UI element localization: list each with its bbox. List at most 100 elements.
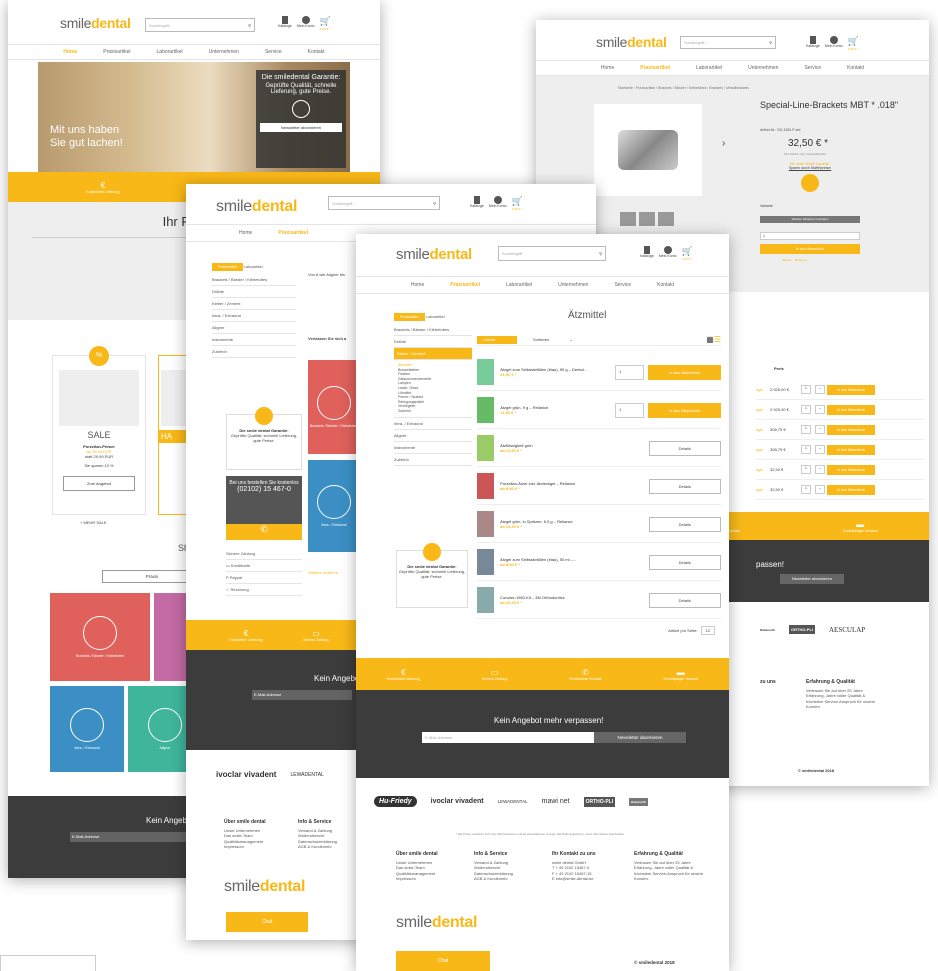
nav-kontakt[interactable]: Kontakt: [847, 61, 864, 75]
chevron-down-icon[interactable]: ⌄: [815, 385, 825, 394]
search-icon[interactable]: ⚲: [769, 40, 772, 45]
more-sale-link[interactable]: + MEHR SALE: [80, 520, 107, 525]
logo[interactable]: smiledental: [60, 15, 131, 31]
category-tile-intra[interactable]: Intra- / Extraoral: [50, 686, 124, 772]
search-input[interactable]: Suchbegriff... ⚲: [328, 196, 440, 210]
add-to-cart-button[interactable]: In den Warenkorb: [648, 402, 721, 418]
variant-button[interactable]: Weitere Varianten anzeigen: [760, 216, 860, 223]
sidebar-item[interactable]: Aligner: [212, 322, 296, 334]
tab-praxisartikel[interactable]: Praxisartikel: [212, 263, 244, 271]
account-button[interactable]: Mein Konto: [825, 36, 843, 51]
sidebar-item[interactable]: Aligner: [394, 430, 472, 442]
tab-laborartikel[interactable]: Laborartikel: [244, 265, 262, 269]
cart-button[interactable]: 🛒 0,00 € *: [320, 16, 331, 31]
newsletter-button[interactable]: Newsletter abonnieren: [594, 732, 686, 743]
qty-field[interactable]: 1: [801, 385, 811, 394]
nav-praxisartikel[interactable]: Praxisartikel: [278, 225, 308, 241]
details-button[interactable]: Details: [648, 592, 722, 608]
nav-praxisartikel[interactable]: Praxisartikel: [103, 45, 130, 59]
nav-unternehmen[interactable]: Unternehmen: [209, 45, 239, 59]
tab-praxisartikel[interactable]: Praxisartikel: [394, 313, 426, 321]
logo[interactable]: smiledental: [216, 198, 297, 216]
footer-logo[interactable]: smiledental: [396, 914, 477, 932]
cart-button[interactable]: 🛒 0,00 € *: [848, 36, 859, 51]
nav-laborartikel[interactable]: Laborartikel: [506, 277, 532, 293]
add-to-cart-button[interactable]: In den Warenkorb: [827, 424, 875, 435]
sidebar-item[interactable]: Kleber / Zement: [212, 298, 296, 310]
cart-button[interactable]: 🛒 0,00 € *: [682, 246, 693, 261]
nav-unternehmen[interactable]: Unternehmen: [558, 277, 588, 293]
catalogs-button[interactable]: Kataloge: [640, 246, 654, 261]
tab-laborartikel[interactable]: Laborartikel: [426, 315, 444, 319]
sidebar-item[interactable]: Instrumente: [212, 334, 296, 346]
sidebar-item[interactable]: Drähte: [212, 286, 296, 298]
search-input[interactable]: Suchbegriff... ⚲: [498, 246, 606, 261]
product-row[interactable]: Ätzgel grün, 9 g – Reliance 11,60 € * 1 In …: [477, 392, 721, 429]
add-to-cart-button[interactable]: In den Warenkorb: [760, 244, 860, 254]
nav-kontakt[interactable]: Kontakt: [657, 277, 674, 293]
product-row[interactable]: Porzellan-Ätzer inkl. Abdeckgel – Relian…: [477, 468, 722, 505]
more-articles-link[interactable]: Weitere Artikel in ...: [308, 570, 342, 575]
sort-select[interactable]: Sortieren: [533, 337, 549, 342]
chat-button[interactable]: Chat: [226, 912, 308, 932]
sidebar-item[interactable]: Brackets / Bänder / Klebetubes: [212, 274, 296, 286]
catalogs-button[interactable]: Kataloge: [278, 16, 292, 31]
quantity-select[interactable]: 1: [760, 232, 860, 240]
sidebar-item[interactable]: Intra- / Extraoral: [212, 310, 296, 322]
newsletter-email-input[interactable]: E-Mail-Adresse: [70, 832, 194, 842]
wishlist-link[interactable]: Merken · Bewerten: [782, 258, 807, 262]
list-view-icon[interactable]: ☰: [714, 335, 721, 344]
catalogs-button[interactable]: Kataloge: [806, 36, 820, 51]
sidebar-item[interactable]: Zubehör: [394, 454, 472, 466]
hero-next-arrow[interactable]: ›: [354, 110, 358, 124]
newsletter-button[interactable]: Newsletter abonnieren: [780, 574, 844, 584]
add-to-cart-button[interactable]: In den Warenkorb: [827, 484, 875, 495]
product-row[interactable]: Concise-1960-Kit – 3M Orthodontics ab 22,…: [477, 582, 722, 619]
thumbnail[interactable]: [620, 212, 636, 226]
cart-button[interactable]: 🛒 0,00 € *: [512, 196, 523, 211]
category-tile-intra[interactable]: Intra- / Extraoral: [308, 460, 360, 552]
account-button[interactable]: Mein Konto: [659, 246, 677, 261]
nav-home[interactable]: Home: [411, 277, 424, 293]
hero-prev-arrow[interactable]: ‹: [30, 110, 34, 124]
nav-home[interactable]: Home: [239, 225, 252, 241]
nav-kontakt[interactable]: Kontakt: [308, 45, 325, 59]
thumbnail[interactable]: [639, 212, 655, 226]
search-input[interactable]: Suchbegriff... ⚲: [680, 36, 776, 49]
product-row[interactable]: Ätzgel zum Selbstabfüllen (blau), 50 g –…: [477, 354, 721, 391]
call-button[interactable]: ✆: [226, 524, 302, 540]
chevron-down-icon[interactable]: ⌄: [815, 445, 825, 454]
details-button[interactable]: Details: [648, 440, 722, 456]
sidebar-subitem[interactable]: Zubehör: [398, 409, 472, 414]
sidebar-item-active[interactable]: Kleber / Zement: [394, 348, 472, 360]
qty-field[interactable]: 1: [801, 445, 811, 454]
newsletter-email-input[interactable]: E-Mail-Adresse: [252, 690, 352, 700]
nav-service[interactable]: Service: [804, 61, 821, 75]
add-to-cart-button[interactable]: In den Warenkorb: [827, 404, 875, 415]
sidebar-item[interactable]: Drähte: [394, 336, 472, 348]
product-row[interactable]: Ätzgel grün, in Spritzen, 6,5 g – Relian…: [477, 506, 722, 543]
sort-chevron-icon[interactable]: ⌄: [569, 337, 572, 342]
add-to-cart-button[interactable]: In den Warenkorb: [827, 384, 875, 395]
qty-field[interactable]: 1: [615, 402, 645, 418]
thumbnail[interactable]: [658, 212, 674, 226]
nav-service[interactable]: Service: [265, 45, 282, 59]
image-next-arrow[interactable]: ›: [722, 138, 725, 149]
search-icon[interactable]: ⚲: [433, 201, 436, 206]
product-row[interactable]: Ätzflüssigkeit grün ab 11,90 € * Details: [477, 430, 722, 467]
chevron-down-icon[interactable]: ⌄: [815, 405, 825, 414]
add-to-cart-button[interactable]: In den Warenkorb: [648, 364, 721, 380]
chevron-down-icon[interactable]: ⌄: [815, 465, 825, 474]
search-input[interactable]: Suchbegriff... ⚲: [145, 18, 255, 32]
chat-button[interactable]: Chat: [396, 951, 490, 971]
filter-brand[interactable]: ◂ Marke: [477, 335, 517, 344]
nav-unternehmen[interactable]: Unternehmen: [748, 61, 778, 75]
add-to-cart-button[interactable]: In den Warenkorb: [827, 464, 875, 475]
breadcrumb[interactable]: Startseite › Praxisartikel › Brackets / …: [618, 86, 749, 90]
qty-field[interactable]: 1: [801, 405, 811, 414]
sidebar-item[interactable]: Instrumente: [394, 442, 472, 454]
nav-laborartikel[interactable]: Laborartikel: [157, 45, 183, 59]
category-tile-brackets[interactable]: Brackets / Bänder / Klebetubes: [50, 593, 150, 681]
search-icon[interactable]: ⚲: [599, 251, 602, 256]
add-to-cart-button[interactable]: In den Warenkorb: [827, 444, 875, 455]
